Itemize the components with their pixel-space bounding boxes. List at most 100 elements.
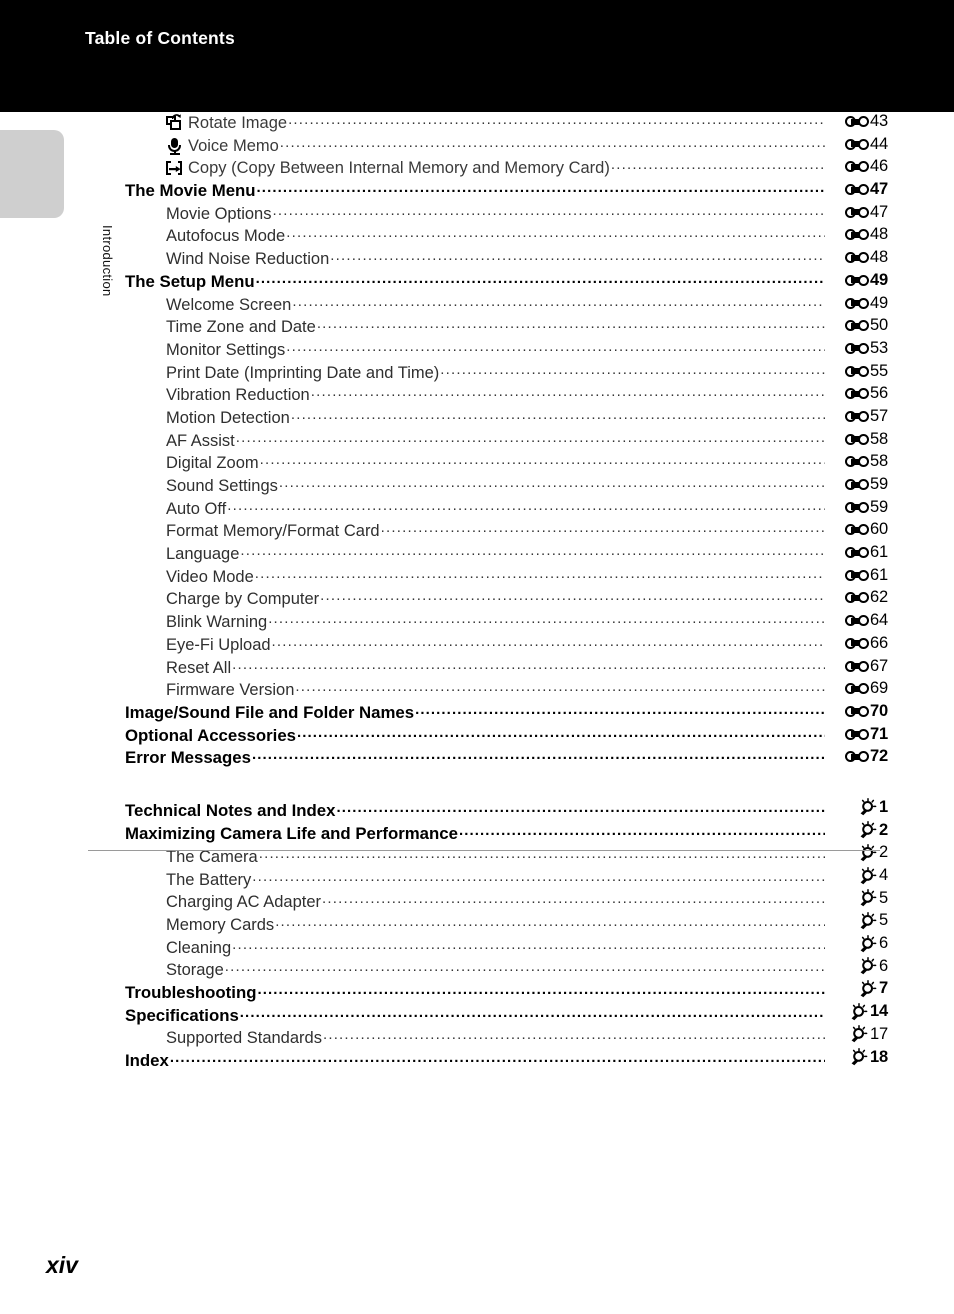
toc-entry[interactable]: Firmware Version 69 (0, 679, 954, 702)
toc-entry[interactable]: Index 18 (0, 1048, 954, 1071)
toc-page-number: 58 (870, 429, 888, 448)
toc-entry-text: Format Memory/Format Card (166, 522, 380, 541)
toc-entry[interactable]: Welcome Screen 49 (0, 294, 954, 317)
toc-entry[interactable]: Technical Notes and Index 1 (0, 798, 954, 821)
toc-entry-text: Rotate Image (188, 114, 288, 132)
toc-entry-label: Copy (Copy Between Internal Memory and M… (166, 160, 610, 177)
toc-entry[interactable]: Copy (Copy Between Internal Memory and M… (0, 157, 954, 180)
reference-section-icon (845, 206, 870, 219)
toc-entry[interactable]: Movie Options 47 (0, 203, 954, 226)
toc-entry-label: Sound Settings (166, 478, 278, 495)
toc-page-number: 43 (870, 112, 888, 130)
toc-leader-dots (259, 846, 825, 862)
toc-page-number: 14 (870, 1002, 888, 1021)
toc-leader-dots (322, 891, 825, 907)
toc-entry[interactable]: Rotate Image 43 (0, 112, 954, 135)
toc-entry-label: Reset All (166, 659, 231, 677)
reference-section-icon (845, 546, 870, 559)
reference-section-icon (845, 319, 870, 332)
toc-entry[interactable]: Charging AC Adapter 5 (0, 889, 954, 912)
toc-page-number: 5 (879, 888, 888, 907)
toc-page-reference: 17 (826, 1025, 888, 1044)
toc-page-number: 56 (870, 384, 888, 403)
toc-entry-text: Charge by Computer (166, 590, 320, 609)
toc-entry-text: Storage (166, 961, 224, 980)
toc-entry[interactable]: Specifications 14 (0, 1002, 954, 1025)
reference-section-icon (845, 297, 870, 310)
light-bulb-icon (858, 957, 878, 975)
toc-entry[interactable]: The Movie Menu 47 (0, 180, 954, 203)
reference-section-icon (845, 523, 870, 536)
toc-entry[interactable]: Digital Zoom 58 (0, 452, 954, 475)
toc-page-reference: 46 (826, 157, 888, 176)
toc-entry[interactable]: Language 61 (0, 543, 954, 566)
toc-entry-text: Language (166, 545, 240, 564)
toc-entry-label: Motion Detection (166, 410, 290, 427)
toc-entry[interactable]: Storage 6 (0, 957, 954, 980)
toc-leader-dots (336, 800, 825, 816)
toc-page-reference: 47 (826, 203, 888, 222)
toc-entry[interactable]: Charge by Computer 62 (0, 588, 954, 611)
toc-entry[interactable]: Cleaning 6 (0, 934, 954, 957)
toc-leader-dots (240, 543, 825, 559)
toc-entry[interactable]: Supported Standards 17 (0, 1025, 954, 1048)
toc-entry-text: Vibration Reduction (166, 386, 310, 405)
toc-entry[interactable]: Sound Settings 59 (0, 475, 954, 498)
table-of-contents: Rotate Image 43 Voice Memo 44 Copy (Copy Bet… (0, 112, 954, 1070)
toc-page-number: 49 (870, 293, 888, 312)
toc-entry[interactable]: Maximizing Camera Life and Performance 2 (0, 821, 954, 844)
toc-page-reference: 6 (826, 957, 888, 976)
toc-page-reference: 56 (826, 384, 888, 403)
toc-leader-dots (288, 112, 825, 128)
reference-section-icon (845, 455, 870, 468)
microphone-icon (166, 137, 183, 155)
toc-page-reference: 14 (826, 1002, 888, 1021)
toc-page-reference: 48 (826, 225, 888, 244)
toc-page-number: 64 (870, 611, 888, 630)
toc-entry[interactable]: Motion Detection 57 (0, 407, 954, 430)
toc-entry-text: The Movie Menu (125, 181, 256, 201)
toc-entry[interactable]: Print Date (Imprinting Date and Time) 55 (0, 362, 954, 385)
toc-page-reference: 48 (826, 248, 888, 267)
toc-entry[interactable]: Image/Sound File and Folder Names 70 (0, 702, 954, 725)
toc-entry[interactable]: The Setup Menu 49 (0, 271, 954, 294)
toc-page-number: 18 (870, 1047, 888, 1066)
toc-entry[interactable]: Autofocus Mode 48 (0, 225, 954, 248)
toc-entry[interactable]: Format Memory/Format Card 60 (0, 520, 954, 543)
toc-entry[interactable]: The Camera 2 (0, 843, 954, 866)
toc-page-number: 70 (870, 701, 888, 720)
toc-page-reference: 6 (826, 934, 888, 953)
toc-entry[interactable]: Time Zone and Date 50 (0, 316, 954, 339)
toc-entry-text: Error Messages (125, 748, 251, 768)
toc-entry[interactable]: Video Mode 61 (0, 566, 954, 589)
toc-entry-label: Digital Zoom (166, 455, 259, 472)
reference-section-icon (845, 183, 870, 196)
toc-entry[interactable]: Eye-Fi Upload 66 (0, 634, 954, 657)
toc-leader-dots (317, 316, 825, 332)
toc-entry[interactable]: Reset All 67 (0, 657, 954, 680)
toc-entry-text: Sound Settings (166, 477, 278, 495)
toc-page-number: 61 (870, 565, 888, 584)
light-bulb-icon (858, 866, 878, 885)
toc-entry[interactable]: Auto Off 59 (0, 498, 954, 521)
toc-entry[interactable]: Voice Memo 44 (0, 135, 954, 158)
toc-entry-text: Blink Warning (166, 613, 268, 632)
toc-entry[interactable]: Vibration Reduction 56 (0, 384, 954, 407)
toc-page-reference: 69 (826, 679, 888, 698)
toc-group-reference: Rotate Image 43 Voice Memo 44 Copy (Copy Bet… (0, 112, 954, 770)
toc-entry[interactable]: Optional Accessories 71 (0, 725, 954, 748)
toc-entry-label: Supported Standards (166, 1030, 322, 1047)
toc-page-reference: 59 (826, 475, 888, 494)
toc-entry[interactable]: The Battery 4 (0, 866, 954, 889)
toc-entry[interactable]: Blink Warning 64 (0, 611, 954, 634)
toc-entry[interactable]: Error Messages 72 (0, 747, 954, 770)
toc-entry[interactable]: Monitor Settings 53 (0, 339, 954, 362)
toc-page-reference: 53 (826, 339, 888, 358)
toc-entry[interactable]: AF Assist 58 (0, 430, 954, 453)
toc-entry-label: Format Memory/Format Card (166, 523, 380, 540)
toc-entry[interactable]: Memory Cards 5 (0, 911, 954, 934)
toc-entry-text: Video Mode (166, 567, 254, 586)
toc-entry[interactable]: Troubleshooting 7 (0, 979, 954, 1002)
reference-section-icon (845, 728, 870, 741)
toc-entry[interactable]: Wind Noise Reduction 48 (0, 248, 954, 271)
